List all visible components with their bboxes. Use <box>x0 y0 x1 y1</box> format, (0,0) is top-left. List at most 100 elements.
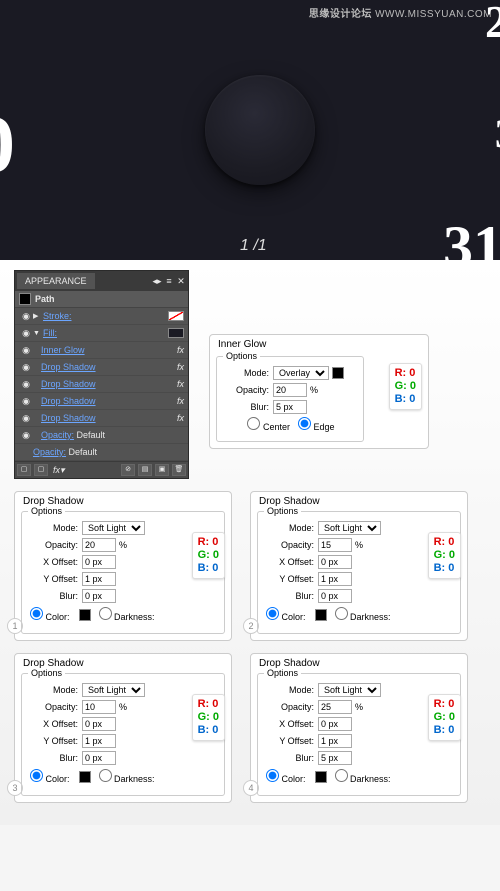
opacity-label[interactable]: Opacity: <box>41 430 74 440</box>
blur-input[interactable] <box>318 751 352 765</box>
xoffset-input[interactable] <box>82 717 116 731</box>
mode-select[interactable]: Soft Light <box>82 683 145 697</box>
options-legend: Options <box>264 506 301 516</box>
fill-swatch[interactable] <box>168 328 184 338</box>
clear-icon[interactable]: ▢ <box>34 464 48 476</box>
opacity-value: Default <box>77 430 106 440</box>
color-radio[interactable]: Color: <box>30 769 70 784</box>
yoffset-input[interactable] <box>82 572 116 586</box>
panel-menu-icon[interactable]: ≡ <box>164 276 174 287</box>
color-radio[interactable]: Color: <box>266 769 306 784</box>
color-radio[interactable]: Color: <box>266 607 306 622</box>
visibility-toggle[interactable]: ◉ <box>19 362 33 373</box>
stroke-swatch[interactable] <box>168 311 184 321</box>
effect-label[interactable]: Drop Shadow <box>41 379 177 389</box>
appearance-panel[interactable]: APPEARANCE ◂▸ ≡ ✕ Path ◉ ▶ Stroke: ◉ ▼ F… <box>14 270 189 479</box>
stroke-row[interactable]: ◉ ▶ Stroke: <box>15 308 188 325</box>
effect-label[interactable]: Drop Shadow <box>41 362 177 372</box>
clear-appearance-icon[interactable]: ⊘ <box>121 464 135 476</box>
mode-select[interactable]: Soft Light <box>318 521 381 535</box>
color-radio[interactable]: Color: <box>30 607 70 622</box>
yoffset-input[interactable] <box>318 572 352 586</box>
opacity-label: Opacity: <box>30 702 78 712</box>
visibility-toggle[interactable]: ◉ <box>19 430 33 441</box>
effect-label[interactable]: Drop Shadow <box>41 413 177 423</box>
mode-select[interactable]: Soft Light <box>82 521 145 535</box>
fx-icon[interactable]: fx <box>177 345 184 355</box>
visibility-toggle[interactable]: ◉ <box>19 396 33 407</box>
stroke-label[interactable]: Stroke: <box>43 311 165 321</box>
ruler-glyph-2: 2 <box>485 0 500 48</box>
opacity-input[interactable] <box>318 538 352 552</box>
panel-collapse-icon[interactable]: ◂▸ <box>152 276 162 287</box>
darkness-radio[interactable]: Darkness: <box>335 769 391 784</box>
effect-label[interactable]: Drop Shadow <box>41 396 177 406</box>
darkness-radio[interactable]: Darkness: <box>335 607 391 622</box>
fx-icon[interactable]: fx <box>177 362 184 372</box>
xoffset-input[interactable] <box>318 555 352 569</box>
opacity-label[interactable]: Opacity: <box>33 447 66 457</box>
mode-label: Mode: <box>266 685 314 695</box>
disclosure-icon[interactable]: ▼ <box>33 330 43 337</box>
options-group: Options Mode: Overlay Opacity: % Blur: C… <box>216 356 364 442</box>
effect-row[interactable]: ◉ Drop Shadow fx <box>15 410 188 427</box>
appearance-tab[interactable]: APPEARANCE <box>17 273 95 289</box>
visibility-toggle[interactable]: ◉ <box>19 379 33 390</box>
color-swatch[interactable] <box>315 771 327 783</box>
effect-row[interactable]: ◉ Drop Shadow fx <box>15 359 188 376</box>
effect-label[interactable]: Inner Glow <box>41 345 177 355</box>
blur-input[interactable] <box>318 589 352 603</box>
new-icon[interactable]: ▣ <box>155 464 169 476</box>
mode-select[interactable]: Overlay <box>273 366 329 380</box>
blur-input[interactable] <box>82 751 116 765</box>
duplicate-icon[interactable]: ▤ <box>138 464 152 476</box>
fx-icon[interactable]: fx <box>177 413 184 423</box>
appearance-path-header[interactable]: Path <box>15 291 188 308</box>
visibility-toggle[interactable]: ◉ <box>19 328 33 339</box>
blur-input[interactable] <box>273 400 307 414</box>
panel-tabbar[interactable]: APPEARANCE ◂▸ ≡ ✕ <box>15 271 188 291</box>
color-swatch[interactable] <box>332 367 344 379</box>
xoffset-input[interactable] <box>82 555 116 569</box>
opacity-label: Opacity: <box>225 385 269 395</box>
opacity-input[interactable] <box>82 538 116 552</box>
disclosure-icon[interactable]: ▶ <box>33 312 43 320</box>
visibility-toggle[interactable]: ◉ <box>19 311 33 322</box>
center-radio[interactable]: Center <box>247 417 290 432</box>
new-appearance-icon[interactable]: ▢ <box>17 464 31 476</box>
fx-icon[interactable]: fx <box>177 379 184 389</box>
darkness-radio[interactable]: Darkness: <box>99 769 155 784</box>
path-label: Path <box>35 294 55 304</box>
color-swatch[interactable] <box>79 771 91 783</box>
inner-glow-panel: Inner Glow Options Mode: Overlay Opacity… <box>209 334 429 449</box>
effect-row[interactable]: ◉ Drop Shadow fx <box>15 376 188 393</box>
yoffset-input[interactable] <box>318 734 352 748</box>
drop-shadow-panel-2: 2 Drop Shadow Options Mode:Soft Light Op… <box>250 491 468 641</box>
visibility-toggle[interactable]: ◉ <box>19 345 33 356</box>
fill-label[interactable]: Fill: <box>43 328 165 338</box>
xoffset-input[interactable] <box>318 717 352 731</box>
fill-row[interactable]: ◉ ▼ Fill: <box>15 325 188 342</box>
panel-close-icon[interactable]: ✕ <box>176 276 186 287</box>
yoffset-input[interactable] <box>82 734 116 748</box>
opacity-input[interactable] <box>318 700 352 714</box>
visibility-toggle[interactable]: ◉ <box>19 413 33 424</box>
opacity-row[interactable]: Opacity: Default <box>15 444 188 461</box>
darkness-radio[interactable]: Darkness: <box>99 607 155 622</box>
dark-circle <box>205 75 315 185</box>
edge-radio[interactable]: Edge <box>298 417 335 432</box>
trash-icon[interactable]: 🗑 <box>172 464 186 476</box>
xoffset-label: X Offset: <box>266 719 314 729</box>
color-swatch[interactable] <box>79 609 91 621</box>
opacity-row[interactable]: ◉ Opacity: Default <box>15 427 188 444</box>
opacity-input[interactable] <box>82 700 116 714</box>
mode-select[interactable]: Soft Light <box>318 683 381 697</box>
effect-row[interactable]: ◉ Drop Shadow fx <box>15 393 188 410</box>
color-swatch[interactable] <box>315 609 327 621</box>
blur-input[interactable] <box>82 589 116 603</box>
fx-icon[interactable]: fx <box>177 396 184 406</box>
opacity-input[interactable] <box>273 383 307 397</box>
effect-row[interactable]: ◉ Inner Glow fx <box>15 342 188 359</box>
fx-menu-icon[interactable]: fx▾ <box>53 465 65 476</box>
ruler-glyph-3r: 3 <box>495 110 500 157</box>
